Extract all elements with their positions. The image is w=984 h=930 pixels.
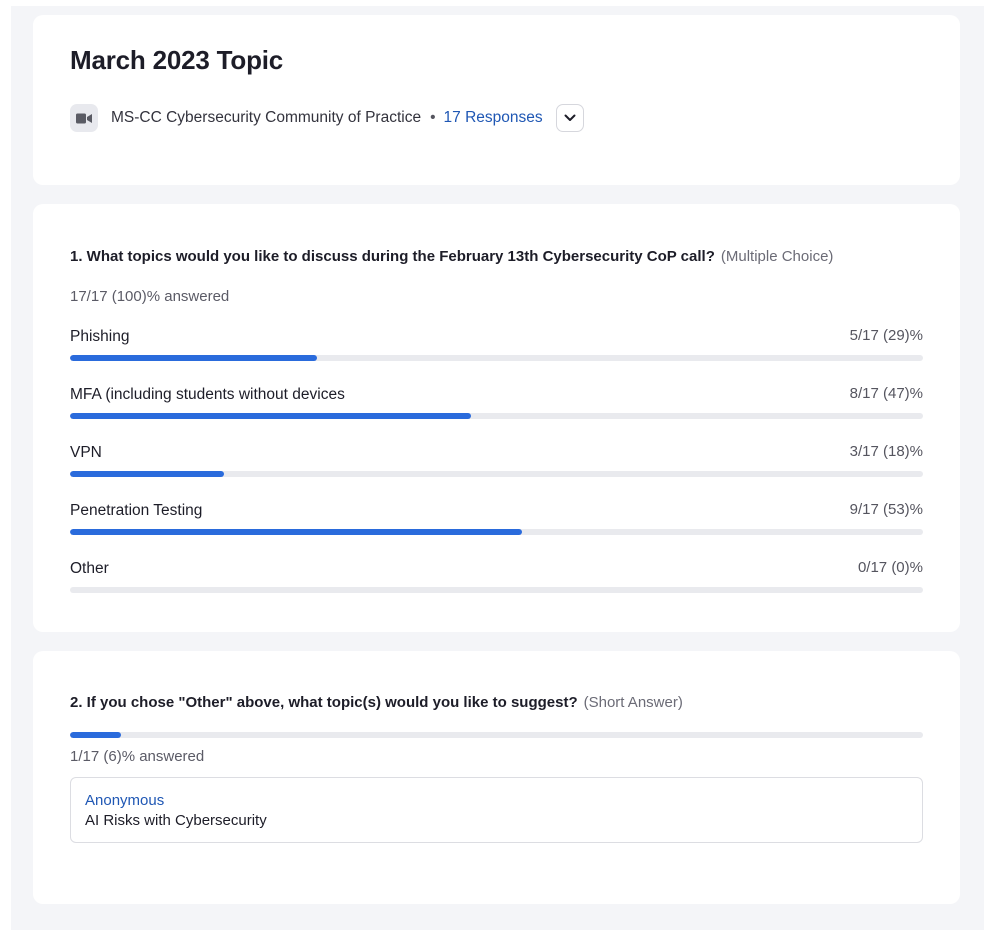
question-type: (Short Answer) bbox=[583, 694, 683, 711]
option-bar-track bbox=[70, 355, 923, 361]
question-card-2: 2. If you chose "Other" above, what topi… bbox=[33, 651, 960, 904]
answered-count: 17/17 (100)% answered bbox=[70, 288, 230, 305]
option-bar-fill-phishing bbox=[70, 355, 318, 361]
option-bar-fill-penetration-testing bbox=[70, 529, 523, 535]
question-type: (Multiple Choice) bbox=[720, 248, 834, 265]
video-camera-icon bbox=[70, 104, 98, 132]
question-title-1: 1. What topics would you like to discuss… bbox=[70, 248, 833, 265]
answered-count: 1/17 (6)% answered bbox=[70, 748, 205, 765]
option-label-phishing: Phishing bbox=[70, 328, 130, 345]
chevron-down-icon bbox=[564, 114, 576, 121]
option-bar-track bbox=[70, 587, 923, 593]
response-text: AI Risks with Cybersecurity bbox=[85, 812, 267, 829]
meeting-meta-row: MS-CC Cybersecurity Community of Practic… bbox=[70, 104, 584, 132]
option-label-mfa: MFA (including students without devices bbox=[70, 386, 345, 403]
option-bar-fill-mfa bbox=[70, 413, 471, 419]
option-label-other: Other bbox=[70, 560, 109, 577]
option-bar-track bbox=[70, 413, 923, 419]
question-title-2: 2. If you chose "Other" above, what topi… bbox=[70, 694, 683, 711]
option-stat-phishing: 5/17 (29)% bbox=[849, 327, 923, 344]
option-stat-other: 0/17 (0)% bbox=[857, 559, 923, 576]
question-text: 1. What topics would you like to discuss… bbox=[70, 248, 715, 265]
page-title: March 2023 Topic bbox=[70, 45, 284, 75]
meta-separator: • bbox=[430, 109, 436, 126]
responses-link[interactable]: 17 Responses bbox=[444, 109, 543, 127]
option-bar-track bbox=[70, 529, 923, 535]
option-label-penetration-testing: Penetration Testing bbox=[70, 502, 203, 519]
response-author[interactable]: Anonymous bbox=[85, 791, 908, 811]
option-stat-penetration-testing: 9/17 (53)% bbox=[849, 501, 923, 518]
short-answer-response: Anonymous AI Risks with Cybersecurity bbox=[70, 777, 923, 843]
option-label-vpn: VPN bbox=[70, 444, 102, 461]
option-bar-fill-vpn bbox=[70, 471, 224, 477]
question-text: 2. If you chose "Other" above, what topi… bbox=[70, 694, 578, 711]
option-bar-track bbox=[70, 471, 923, 477]
option-stat-mfa: 8/17 (47)% bbox=[849, 385, 923, 402]
survey-header-card: March 2023 Topic MS-CC Cybersecurity Com… bbox=[33, 15, 960, 185]
meeting-name: MS-CC Cybersecurity Community of Practic… bbox=[111, 109, 422, 126]
answered-bar-track bbox=[70, 732, 923, 738]
responses-dropdown-button[interactable] bbox=[555, 104, 584, 132]
survey-results-page: March 2023 Topic MS-CC Cybersecurity Com… bbox=[11, 6, 984, 930]
question-card-1: 1. What topics would you like to discuss… bbox=[33, 204, 960, 632]
option-stat-vpn: 3/17 (18)% bbox=[849, 443, 923, 460]
answered-bar-fill bbox=[70, 732, 122, 738]
